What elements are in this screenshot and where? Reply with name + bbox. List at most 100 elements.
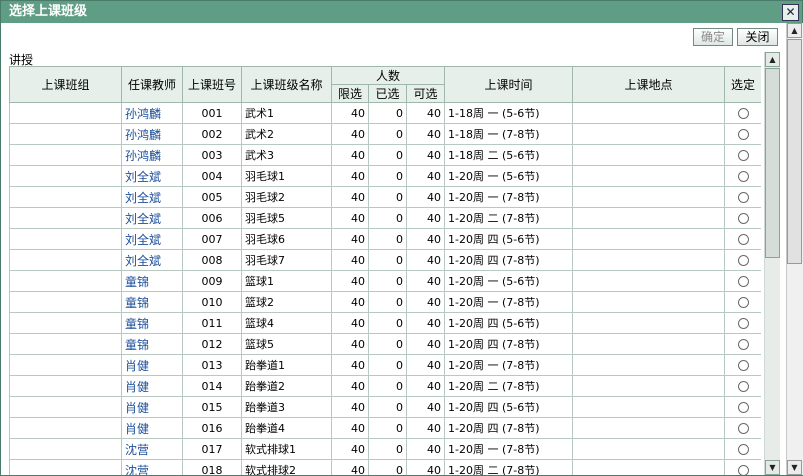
cell-teacher[interactable]: 肖健 xyxy=(121,354,183,376)
cell-class-no: 015 xyxy=(182,396,242,418)
frame-scroll-down-icon[interactable]: ▼ xyxy=(787,460,802,475)
table-scrollbar[interactable]: ▲ ▼ xyxy=(764,52,780,475)
close-button[interactable]: 关闭 xyxy=(737,28,778,46)
select-radio[interactable] xyxy=(737,318,749,329)
select-radio[interactable] xyxy=(737,360,749,371)
cell-teacher[interactable]: 刘全斌 xyxy=(121,207,183,229)
cell-class-no: 011 xyxy=(182,312,242,334)
cell-teacher[interactable]: 孙鸿麟 xyxy=(121,144,183,166)
cell-teacher[interactable]: 刘全斌 xyxy=(121,186,183,208)
cell-teacher[interactable]: 刘全斌 xyxy=(121,228,183,250)
table-row: 肖健 013 跆拳道1 40 0 40 1-20周 一 (7-8节) xyxy=(9,354,761,376)
select-radio[interactable] xyxy=(737,444,749,455)
cell-class-no: 003 xyxy=(182,144,242,166)
cell-limit: 40 xyxy=(331,417,369,439)
table-row: 童锦 010 篮球2 40 0 40 1-20周 一 (7-8节) xyxy=(9,291,761,313)
cell-location xyxy=(572,312,726,334)
cell-available: 40 xyxy=(405,270,446,292)
cell-location xyxy=(572,333,726,355)
cell-class-no: 006 xyxy=(182,207,242,229)
cell-selected: 0 xyxy=(368,249,407,271)
cell-class-no: 004 xyxy=(182,165,242,187)
cell-class-no: 005 xyxy=(182,186,242,208)
cell-limit: 40 xyxy=(331,375,369,397)
select-radio[interactable] xyxy=(737,108,749,119)
select-radio[interactable] xyxy=(737,192,749,203)
close-icon[interactable]: ✕ xyxy=(782,4,799,21)
cell-teacher[interactable]: 肖健 xyxy=(121,417,183,439)
cell-teacher[interactable]: 孙鸿麟 xyxy=(121,123,183,145)
cell-choose xyxy=(724,102,761,124)
cell-choose xyxy=(724,375,761,397)
cell-time: 1-20周 四 (7-8节) xyxy=(444,333,574,355)
cell-teacher[interactable]: 童锦 xyxy=(121,291,183,313)
select-radio[interactable] xyxy=(737,171,749,182)
select-radio[interactable] xyxy=(737,276,749,287)
frame-scroll-up-icon[interactable]: ▲ xyxy=(787,23,802,38)
frame-scroll-thumb[interactable] xyxy=(787,39,802,264)
cell-selected: 0 xyxy=(368,144,407,166)
confirm-button[interactable]: 确定 xyxy=(693,28,733,46)
cell-teacher[interactable]: 刘全斌 xyxy=(121,165,183,187)
select-radio[interactable] xyxy=(737,381,749,392)
select-radio[interactable] xyxy=(737,297,749,308)
cell-teacher[interactable]: 肖健 xyxy=(121,375,183,397)
cell-available: 40 xyxy=(405,249,446,271)
select-radio[interactable] xyxy=(737,465,749,475)
select-radio[interactable] xyxy=(737,402,749,413)
scroll-down-icon[interactable]: ▼ xyxy=(765,460,780,475)
cell-teacher[interactable]: 刘全斌 xyxy=(121,249,183,271)
cell-selected: 0 xyxy=(368,291,407,313)
cell-teacher[interactable]: 沈营 xyxy=(121,459,183,475)
cell-limit: 40 xyxy=(331,207,369,229)
cell-selected: 0 xyxy=(368,165,407,187)
cell-teacher[interactable]: 童锦 xyxy=(121,312,183,334)
scroll-thumb[interactable] xyxy=(765,68,780,258)
cell-choose xyxy=(724,291,761,313)
cell-available: 40 xyxy=(405,354,446,376)
header-time: 上课时间 xyxy=(444,66,574,103)
cell-teacher[interactable]: 沈营 xyxy=(121,438,183,460)
select-radio[interactable] xyxy=(737,213,749,224)
cell-location xyxy=(572,228,726,250)
frame-scrollbar[interactable]: ▲ ▼ xyxy=(786,23,803,475)
cell-location xyxy=(572,375,726,397)
cell-class-name: 跆拳道2 xyxy=(241,375,332,397)
cell-available: 40 xyxy=(405,186,446,208)
cell-available: 40 xyxy=(405,291,446,313)
header-teacher: 任课教师 xyxy=(121,66,183,103)
select-radio[interactable] xyxy=(737,255,749,266)
select-radio[interactable] xyxy=(737,150,749,161)
cell-group xyxy=(9,228,122,250)
cell-group xyxy=(9,354,122,376)
cell-teacher[interactable]: 童锦 xyxy=(121,270,183,292)
cell-group xyxy=(9,312,122,334)
scroll-up-icon[interactable]: ▲ xyxy=(765,52,780,67)
cell-teacher[interactable]: 肖健 xyxy=(121,396,183,418)
header-count: 人数 xyxy=(330,66,446,85)
cell-group xyxy=(9,291,122,313)
cell-teacher[interactable]: 童锦 xyxy=(121,333,183,355)
cell-group xyxy=(9,207,122,229)
cell-class-no: 018 xyxy=(182,459,242,475)
cell-selected: 0 xyxy=(368,207,407,229)
cell-time: 1-20周 四 (5-6节) xyxy=(444,396,574,418)
cell-class-no: 012 xyxy=(182,333,242,355)
select-radio[interactable] xyxy=(737,423,749,434)
cell-available: 40 xyxy=(405,333,446,355)
table-row: 孙鸿麟 003 武术3 40 0 40 1-18周 二 (5-6节) xyxy=(9,144,761,166)
select-radio[interactable] xyxy=(737,234,749,245)
cell-location xyxy=(572,165,726,187)
select-radio[interactable] xyxy=(737,339,749,350)
select-radio[interactable] xyxy=(737,129,749,140)
cell-time: 1-20周 一 (7-8节) xyxy=(444,291,574,313)
cell-class-name: 羽毛球7 xyxy=(241,249,332,271)
cell-selected: 0 xyxy=(368,186,407,208)
cell-available: 40 xyxy=(405,102,446,124)
class-table-container: 上课班组 任课教师 上课班号 上课班级名称 人数 上课时间 上课地点 选定 限选… xyxy=(9,66,761,475)
class-table: 上课班组 任课教师 上课班号 上课班级名称 人数 上课时间 上课地点 选定 限选… xyxy=(9,66,761,475)
cell-time: 1-20周 一 (7-8节) xyxy=(444,354,574,376)
cell-class-name: 武术2 xyxy=(241,123,332,145)
table-row: 刘全斌 006 羽毛球5 40 0 40 1-20周 二 (7-8节) xyxy=(9,207,761,229)
cell-teacher[interactable]: 孙鸿麟 xyxy=(121,102,183,124)
